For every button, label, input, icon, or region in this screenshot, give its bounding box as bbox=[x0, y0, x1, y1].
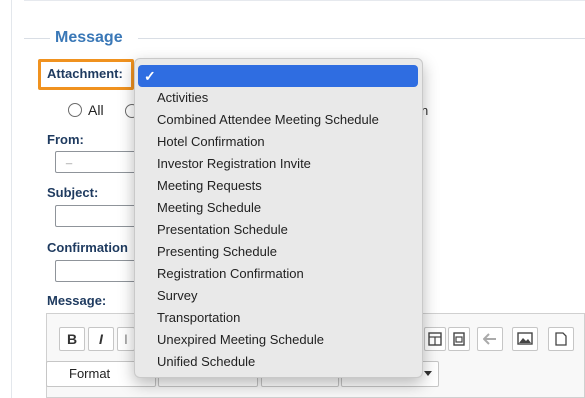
left-border bbox=[11, 0, 12, 398]
subject-label: Subject: bbox=[47, 185, 99, 200]
undo-button[interactable] bbox=[477, 327, 503, 351]
dropdown-option[interactable]: Transportation bbox=[138, 307, 418, 329]
template-button[interactable] bbox=[448, 327, 470, 351]
dropdown-option[interactable]: Registration Confirmation bbox=[138, 263, 418, 285]
section-divider-left bbox=[24, 38, 50, 39]
dropdown-option[interactable]: Unexpired Meeting Schedule bbox=[138, 329, 418, 351]
italic-button[interactable]: I bbox=[88, 327, 114, 351]
attachment-label: Attachment: bbox=[47, 66, 123, 81]
message-label: Message: bbox=[47, 293, 107, 308]
dropdown-option[interactable]: Unified Schedule bbox=[138, 351, 418, 373]
from-field-placeholder: _ bbox=[66, 153, 73, 165]
dropdown-option[interactable]: Combined Attendee Meeting Schedule bbox=[138, 109, 418, 131]
from-field[interactable]: _ bbox=[55, 151, 137, 173]
subject-field[interactable] bbox=[55, 205, 137, 227]
checkmark-icon: ✓ bbox=[144, 68, 156, 84]
dropdown-option[interactable]: Investor Registration Invite bbox=[138, 153, 418, 175]
dropdown-option[interactable]: Survey bbox=[138, 285, 418, 307]
table-icon bbox=[428, 332, 442, 346]
bold-button[interactable]: B bbox=[59, 327, 85, 351]
dropdown-option[interactable]: Hotel Confirmation bbox=[138, 131, 418, 153]
dropdown-option[interactable]: Meeting Schedule bbox=[138, 197, 418, 219]
section-divider bbox=[138, 38, 585, 39]
confirmation-label: Confirmation bbox=[47, 240, 128, 255]
from-label: From: bbox=[47, 132, 84, 147]
section-title: Message bbox=[55, 29, 123, 46]
toolbar-button-partial[interactable]: I bbox=[117, 327, 135, 351]
table-button[interactable] bbox=[424, 327, 446, 351]
attachment-dropdown-menu[interactable]: ✓ Activities Combined Attendee Meeting S… bbox=[134, 58, 423, 378]
confirmation-field[interactable] bbox=[55, 260, 137, 282]
dropdown-option[interactable]: Activities bbox=[138, 87, 418, 109]
format-select-label: Format bbox=[69, 366, 111, 381]
new-page-button[interactable] bbox=[548, 327, 574, 351]
radio-all[interactable]: All bbox=[68, 102, 104, 118]
dropdown-option-blank[interactable]: ✓ bbox=[138, 65, 418, 87]
radio-all-label: All bbox=[88, 102, 104, 118]
image-icon bbox=[517, 332, 533, 345]
radio-all-circle[interactable] bbox=[68, 103, 82, 117]
document-icon bbox=[555, 332, 567, 346]
dropdown-option[interactable]: Presentation Schedule bbox=[138, 219, 418, 241]
chevron-down-icon bbox=[424, 371, 432, 376]
template-icon bbox=[453, 332, 465, 346]
image-button[interactable] bbox=[512, 327, 538, 351]
dropdown-option[interactable]: Meeting Requests bbox=[138, 175, 418, 197]
top-border bbox=[24, 0, 585, 1]
undo-arrow-icon bbox=[482, 333, 496, 345]
dropdown-option[interactable]: Presenting Schedule bbox=[138, 241, 418, 263]
